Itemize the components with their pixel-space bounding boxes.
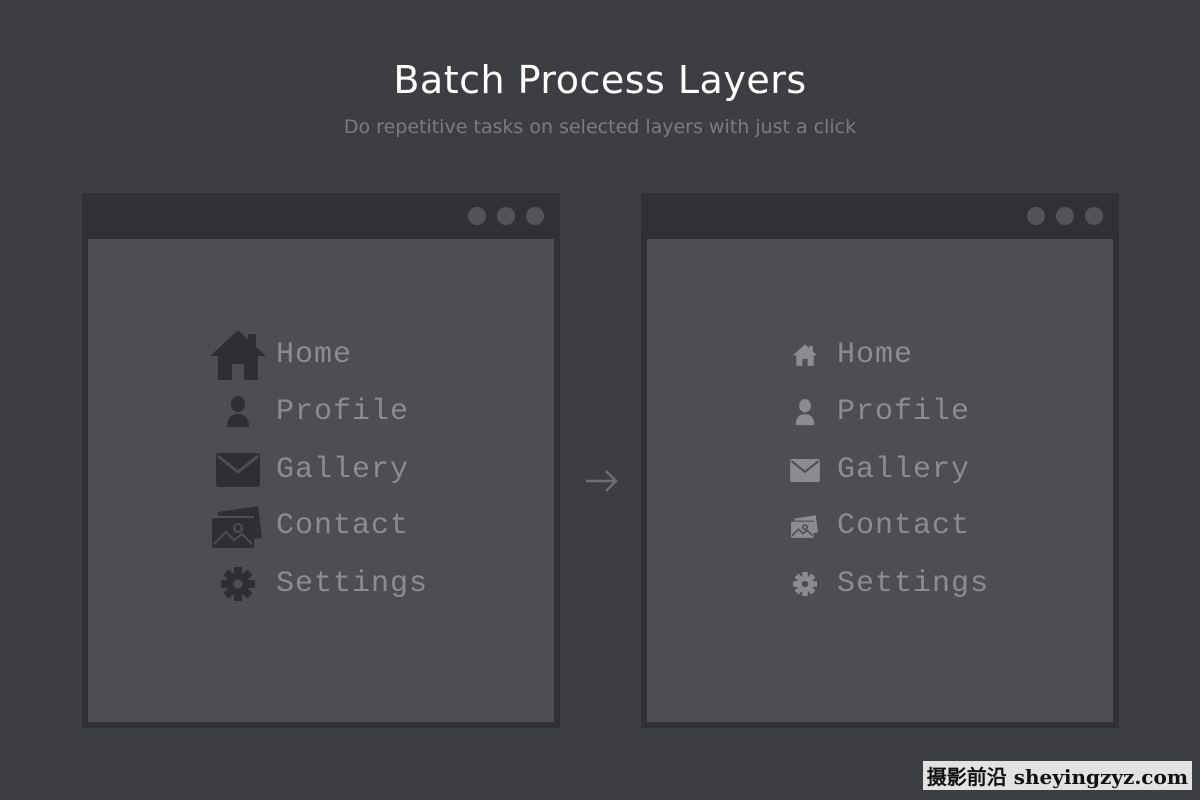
menu-item-settings[interactable]: Settings <box>781 559 989 609</box>
menu-item-label: Profile <box>276 395 410 429</box>
window-content: Home Profile Gallery Contact Settings <box>647 239 1113 722</box>
window-content: Home Profile Gallery Contact Settings <box>88 239 554 722</box>
window-dot[interactable] <box>497 207 515 225</box>
menu-item-label: Home <box>276 338 353 372</box>
user-icon <box>781 387 829 437</box>
menu-item-label: Gallery <box>276 453 410 487</box>
menu-item-label: Settings <box>837 567 990 601</box>
page-title: Batch Process Layers <box>393 58 807 102</box>
envelope-icon <box>206 445 270 495</box>
photos-icon <box>206 501 270 551</box>
menu-item-profile[interactable]: Profile <box>781 387 970 437</box>
arrow-right-icon <box>586 470 618 492</box>
before-window: Home Profile Gallery Contact Settings <box>82 193 560 728</box>
menu-item-label: Contact <box>837 509 971 543</box>
nav-menu: Home Profile Gallery Contact Settings <box>88 239 554 722</box>
window-dot[interactable] <box>468 207 486 225</box>
window-dot[interactable] <box>1027 207 1045 225</box>
menu-item-label: Settings <box>276 567 429 601</box>
menu-item-profile[interactable]: Profile <box>206 387 409 437</box>
menu-item-settings[interactable]: Settings <box>206 559 428 609</box>
window-dot[interactable] <box>1056 207 1074 225</box>
menu-item-contact[interactable]: Contact <box>206 501 409 551</box>
page-subtitle: Do repetitive tasks on selected layers w… <box>343 116 857 138</box>
menu-item-label: Home <box>837 338 914 372</box>
window-dot[interactable] <box>1085 207 1103 225</box>
menu-item-gallery[interactable]: Gallery <box>206 445 409 495</box>
user-icon <box>206 387 270 437</box>
home-icon <box>781 330 829 380</box>
nav-menu: Home Profile Gallery Contact Settings <box>647 239 1113 722</box>
menu-item-contact[interactable]: Contact <box>781 501 970 551</box>
photos-icon <box>781 501 829 551</box>
window-titlebar <box>641 193 1119 239</box>
menu-item-home[interactable]: Home <box>206 330 352 380</box>
menu-item-gallery[interactable]: Gallery <box>781 445 970 495</box>
envelope-icon <box>781 445 829 495</box>
watermark: 摄影前沿 sheyingzyz.com <box>922 761 1192 790</box>
home-icon <box>206 330 270 380</box>
window-dot[interactable] <box>526 207 544 225</box>
menu-item-label: Contact <box>276 509 410 543</box>
after-window: Home Profile Gallery Contact Settings <box>641 193 1119 728</box>
gear-icon <box>781 559 829 609</box>
window-titlebar <box>82 193 560 239</box>
menu-item-label: Gallery <box>837 453 971 487</box>
menu-item-home[interactable]: Home <box>781 330 913 380</box>
gear-icon <box>206 559 270 609</box>
menu-item-label: Profile <box>837 395 971 429</box>
